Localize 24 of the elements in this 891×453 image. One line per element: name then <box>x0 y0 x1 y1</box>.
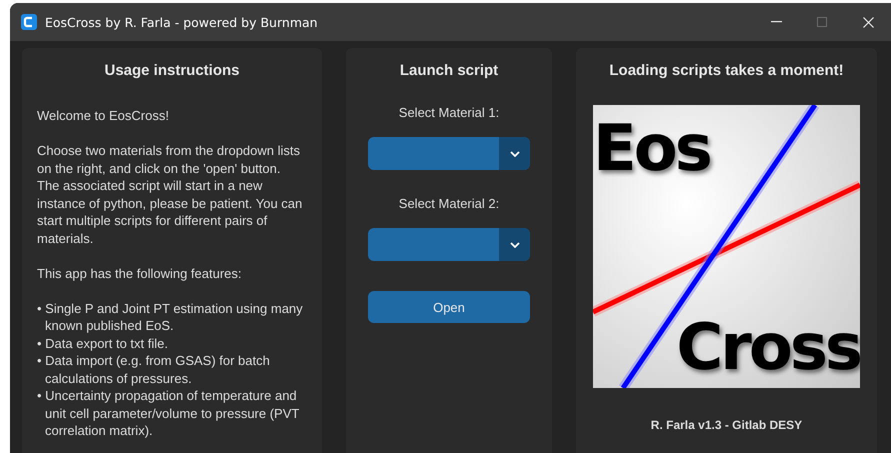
chevron-down-icon <box>510 150 520 156</box>
panel-title: Usage instructions <box>104 62 240 79</box>
window-title: EosCross by R. Farla - powered by Burnman <box>45 14 319 30</box>
minimize-icon[interactable] <box>770 21 782 23</box>
panel-title: Loading scripts takes a moment! <box>609 62 844 79</box>
logo-text: Eos <box>593 117 710 181</box>
feature-item: • Uncertainty propagation of temperature and unit cell parameter/volume to pressure (PVT correlation matrix). <box>37 387 300 440</box>
instruction-text: Welcome to EosCross! <box>37 107 170 124</box>
instruction-text: This app has the following features: <box>37 264 243 282</box>
select-label: Select Material 2: <box>398 196 500 211</box>
feature-item: • Data export to txt file. <box>37 334 169 352</box>
feature-item: • Single P and Joint PT estimation using many known published EoS. <box>37 300 304 334</box>
instruction-text: Choose two materials from the dropdown lists on the right, and click on the 'open' button. The associated script will start in a new instance of python, please be patient. You can start multiple scripts for different pairs of materials. <box>37 142 304 247</box>
material-dropdown[interactable] <box>368 228 530 261</box>
close-icon[interactable] <box>862 16 874 28</box>
logo-text: Cross <box>676 316 860 380</box>
chevron-down-icon <box>510 242 520 248</box>
version-text: R. Farla v1.3 - Gitlab DESY <box>650 418 802 432</box>
open-button[interactable]: Open <box>368 291 530 323</box>
select-label: Select Material 1: <box>398 105 500 120</box>
panel-title: Launch script <box>400 62 498 79</box>
feature-item: • Data import (e.g. from GSAS) for batch calculations of pressures. <box>37 352 271 387</box>
app-icon <box>21 14 37 30</box>
material-dropdown[interactable] <box>368 137 530 170</box>
